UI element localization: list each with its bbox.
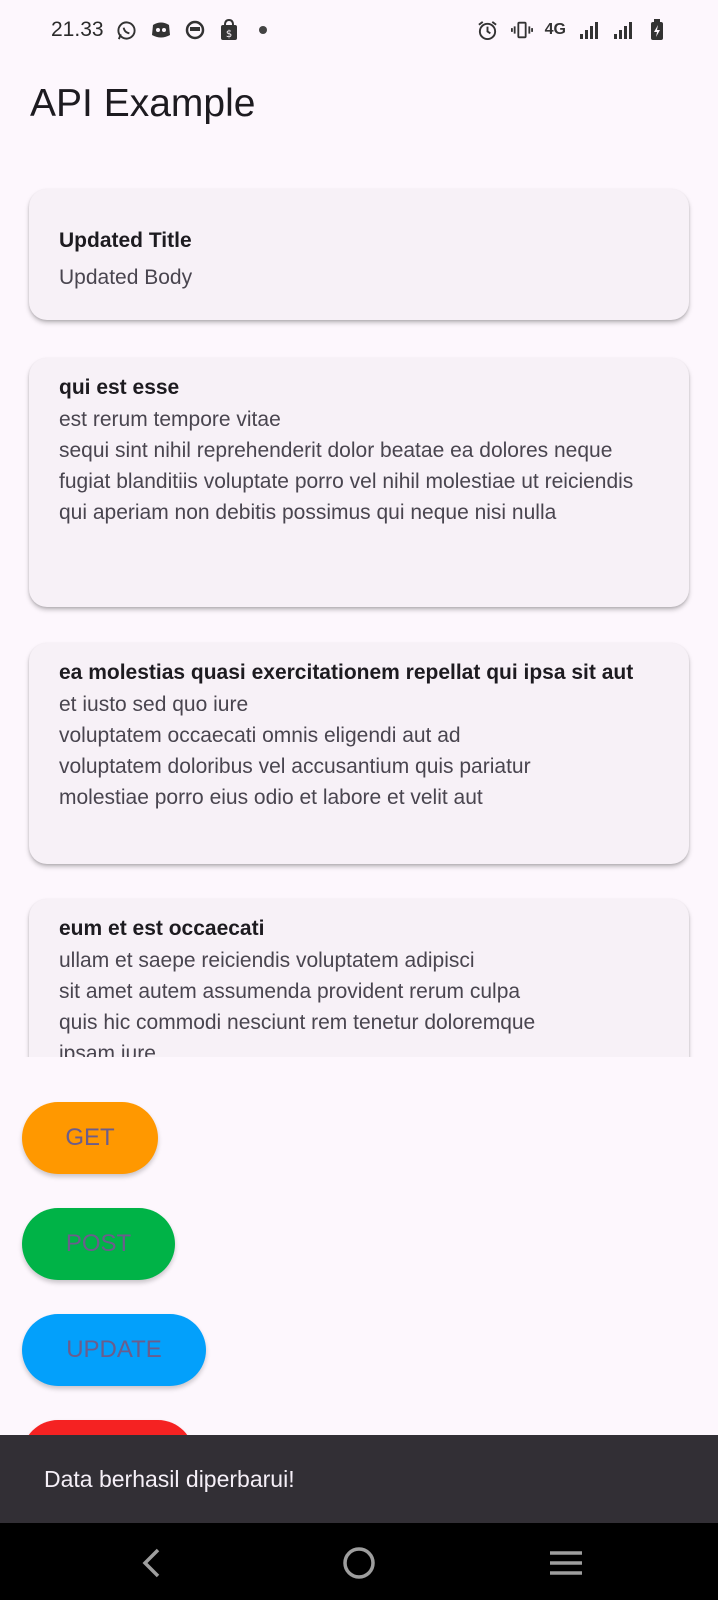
post-title: Updated Title: [59, 229, 192, 252]
status-time: 21.33: [51, 18, 104, 41]
post-card[interactable]: ea molestias quasi exercitationem repell…: [29, 643, 689, 864]
post-button[interactable]: POST: [22, 1208, 175, 1280]
page-title: API Example: [30, 82, 256, 125]
post-body: est rerum tempore vitae sequi sint nihil…: [59, 408, 634, 524]
recents-icon[interactable]: [544, 1541, 588, 1585]
get-button[interactable]: GET: [22, 1102, 158, 1174]
post-title: ea molestias quasi exercitationem repell…: [59, 661, 634, 684]
svg-text:$: $: [225, 29, 231, 40]
post-card[interactable]: Updated Title Updated Body: [29, 189, 689, 320]
post-body: Updated Body: [59, 266, 193, 289]
signal-icon: [612, 19, 634, 41]
snackbar-message: Data berhasil diperbarui!: [44, 1465, 295, 1492]
status-bar: 21.33 $ 4G: [0, 0, 718, 60]
signal-icon: [578, 19, 600, 41]
network-type: 4G: [544, 21, 566, 38]
post-title: eum et est occaecati: [59, 917, 265, 940]
post-card[interactable]: qui est esse est rerum tempore vitae seq…: [29, 358, 689, 607]
status-left: 21.33 $: [51, 18, 274, 42]
whatsapp-icon: [116, 19, 138, 41]
vibrate-icon: [510, 19, 533, 41]
discord-icon: [150, 19, 172, 41]
app-icon: [184, 19, 206, 41]
system-nav-bar: [0, 1523, 718, 1600]
post-body: ullam et saepe reiciendis voluptatem adi…: [59, 949, 536, 1057]
post-card[interactable]: eum et est occaecati ullam et saepe reic…: [29, 899, 689, 1057]
status-right: 4G: [477, 19, 668, 41]
dot-icon: [252, 19, 274, 41]
home-icon[interactable]: [337, 1541, 381, 1585]
shop-icon: $: [218, 19, 240, 41]
battery-icon: [646, 19, 668, 41]
post-body: et iusto sed quo iure voluptatem occaeca…: [59, 693, 531, 809]
post-title: qui est esse: [59, 376, 180, 399]
snackbar: Data berhasil diperbarui!: [0, 1435, 718, 1523]
update-button[interactable]: UPDATE: [22, 1314, 206, 1386]
post-list[interactable]: Updated Title Updated Body qui est esse …: [0, 160, 718, 1057]
alarm-icon: [477, 19, 499, 41]
back-icon[interactable]: [130, 1541, 174, 1585]
